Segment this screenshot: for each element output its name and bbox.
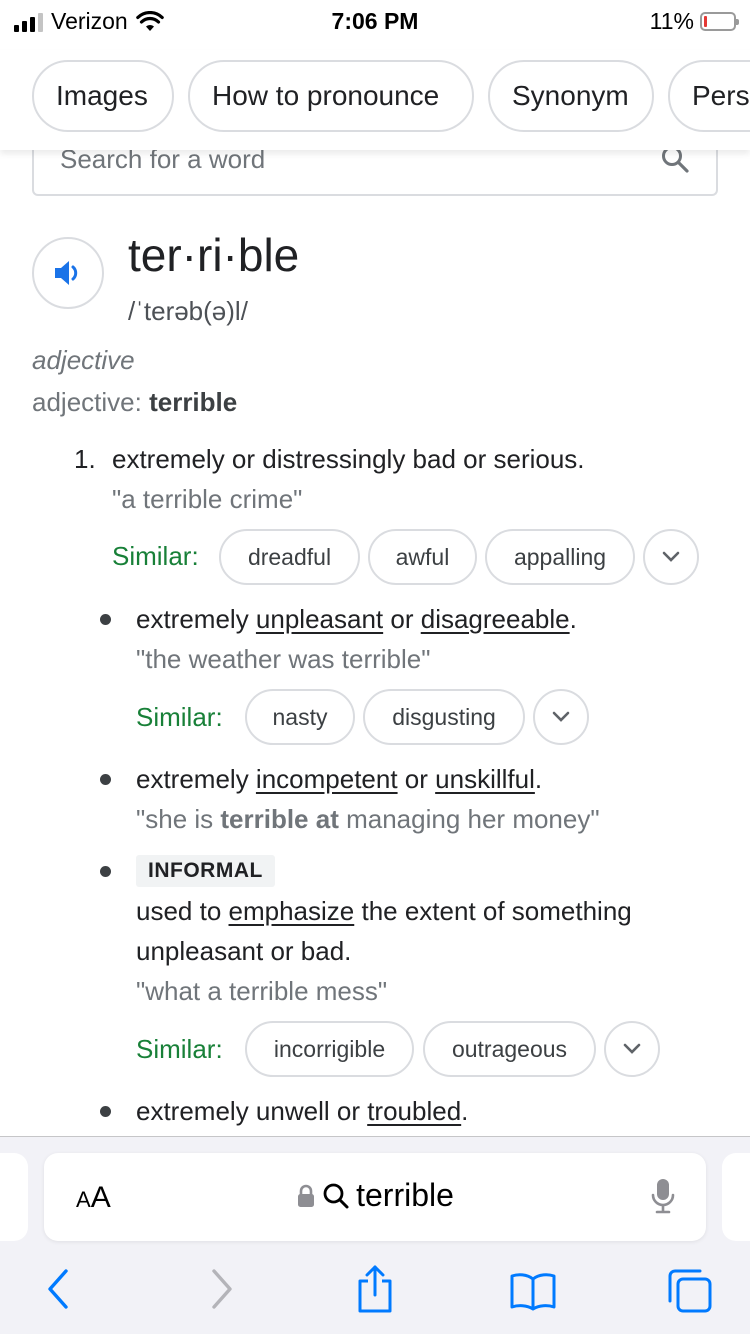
similar-label: Similar: bbox=[112, 541, 199, 571]
definition-number: 1. bbox=[74, 444, 96, 474]
bullet bbox=[100, 1106, 111, 1117]
speaker-icon bbox=[55, 261, 78, 285]
synonym-chip[interactable]: dreadful bbox=[219, 529, 360, 585]
status-bar: Verizon 7:06 PM 11% bbox=[0, 0, 750, 40]
clock: 7:06 PM bbox=[331, 8, 419, 34]
text: used to bbox=[136, 896, 229, 926]
suggestion-chips-bar: Images How to pronounce Synonym Pers bbox=[0, 50, 750, 150]
text: or bbox=[383, 604, 421, 634]
sub-definition-3-example: "what a terrible mess" bbox=[136, 976, 388, 1006]
chip-images[interactable]: Images bbox=[32, 60, 174, 132]
bullet bbox=[100, 614, 111, 625]
part-of-speech: adjective bbox=[32, 345, 135, 375]
text: . bbox=[569, 604, 577, 634]
synonym-chip[interactable]: appalling bbox=[485, 529, 635, 585]
linked-word[interactable]: disagreeable bbox=[421, 604, 570, 634]
linked-word[interactable]: unpleasant bbox=[256, 604, 383, 634]
expand-synonyms-button[interactable] bbox=[643, 529, 699, 585]
sub-definition-1: extremely unpleasant or disagreeable. bbox=[136, 604, 577, 635]
linked-word[interactable]: unskillful bbox=[435, 764, 535, 794]
bold-text: terrible at bbox=[220, 804, 339, 834]
headword: ter·ri·ble bbox=[128, 229, 300, 281]
sub-definition-3-line2: unpleasant or bad. bbox=[136, 936, 352, 966]
microphone-icon[interactable] bbox=[650, 1177, 676, 1215]
next-tab-preview[interactable] bbox=[722, 1153, 750, 1241]
pos-line-word: terrible bbox=[149, 387, 238, 417]
pos-line: adjective: terrible bbox=[32, 387, 238, 417]
expand-synonyms-button[interactable] bbox=[533, 689, 589, 745]
battery-percent: 11% bbox=[649, 8, 694, 34]
definition-example: "a terrible crime" bbox=[112, 484, 303, 514]
share-icon[interactable] bbox=[354, 1263, 396, 1315]
sub-definition-1-example: "the weather was terrible" bbox=[136, 644, 431, 674]
text: . bbox=[534, 764, 543, 794]
forward-icon[interactable] bbox=[206, 1267, 236, 1311]
register-badge: INFORMAL bbox=[136, 855, 275, 887]
sub-definition-2: extremely incompetent or unskillful. bbox=[136, 764, 542, 795]
sub-definition-4: extremely unwell or troubled. bbox=[136, 1096, 468, 1127]
chip-pers[interactable]: Pers bbox=[668, 60, 750, 132]
chip-how-to-pronounce[interactable]: How to pronounce bbox=[188, 60, 474, 132]
linked-word[interactable]: incompetent bbox=[256, 764, 398, 794]
phonetic-transcription: /ˈterəb(ə)l/ bbox=[128, 296, 248, 326]
status-right: 11% bbox=[649, 8, 739, 35]
synonym-chip[interactable]: disgusting bbox=[363, 689, 525, 745]
lock-icon bbox=[298, 1184, 315, 1207]
pos-line-label: adjective bbox=[32, 387, 135, 417]
sub-definition-3: used to emphasize the extent of somethin… bbox=[136, 896, 632, 927]
text: extremely bbox=[136, 604, 256, 634]
pronunciation-audio-button[interactable] bbox=[32, 237, 104, 309]
text: . bbox=[461, 1096, 469, 1126]
synonym-chip[interactable]: outrageous bbox=[423, 1021, 596, 1077]
text: the extent of something bbox=[354, 896, 632, 926]
address-bar[interactable]: AA terrible bbox=[44, 1153, 706, 1241]
bookmarks-icon[interactable] bbox=[508, 1271, 558, 1311]
tabs-icon[interactable] bbox=[666, 1267, 714, 1315]
chip-synonym[interactable]: Synonym bbox=[488, 60, 654, 132]
chevron-down-icon bbox=[662, 551, 680, 562]
bullet bbox=[100, 866, 111, 877]
synonym-chip[interactable]: nasty bbox=[245, 689, 355, 745]
synonym-chip[interactable]: incorrigible bbox=[245, 1021, 414, 1077]
text: "she is bbox=[136, 804, 221, 834]
linked-word[interactable]: troubled bbox=[367, 1096, 461, 1126]
synonym-chip[interactable]: awful bbox=[368, 529, 477, 585]
linked-word[interactable]: emphasize bbox=[229, 896, 355, 926]
chevron-down-icon bbox=[552, 711, 570, 722]
text: extremely unwell or bbox=[136, 1096, 368, 1126]
search-icon bbox=[323, 1183, 349, 1208]
expand-synonyms-button[interactable] bbox=[604, 1021, 660, 1077]
text: or bbox=[397, 764, 436, 794]
url-query-text: terrible bbox=[356, 1177, 454, 1213]
similar-label: Similar: bbox=[136, 1034, 223, 1064]
text: managing her money" bbox=[338, 804, 600, 834]
previous-tab-preview[interactable] bbox=[0, 1153, 28, 1241]
safari-bottom-bar: AA terrible bbox=[0, 1136, 750, 1334]
sub-definition-2-example: "she is terrible at managing her money" bbox=[136, 804, 600, 835]
back-icon[interactable] bbox=[44, 1267, 74, 1311]
chevron-down-icon bbox=[623, 1043, 641, 1054]
definition-text: extremely or distressingly bad or seriou… bbox=[112, 444, 585, 474]
battery-icon bbox=[700, 12, 739, 31]
text: extremely bbox=[136, 764, 256, 794]
similar-label: Similar: bbox=[136, 702, 223, 732]
bullet bbox=[100, 774, 111, 785]
url-display[interactable]: terrible bbox=[44, 1177, 706, 1214]
